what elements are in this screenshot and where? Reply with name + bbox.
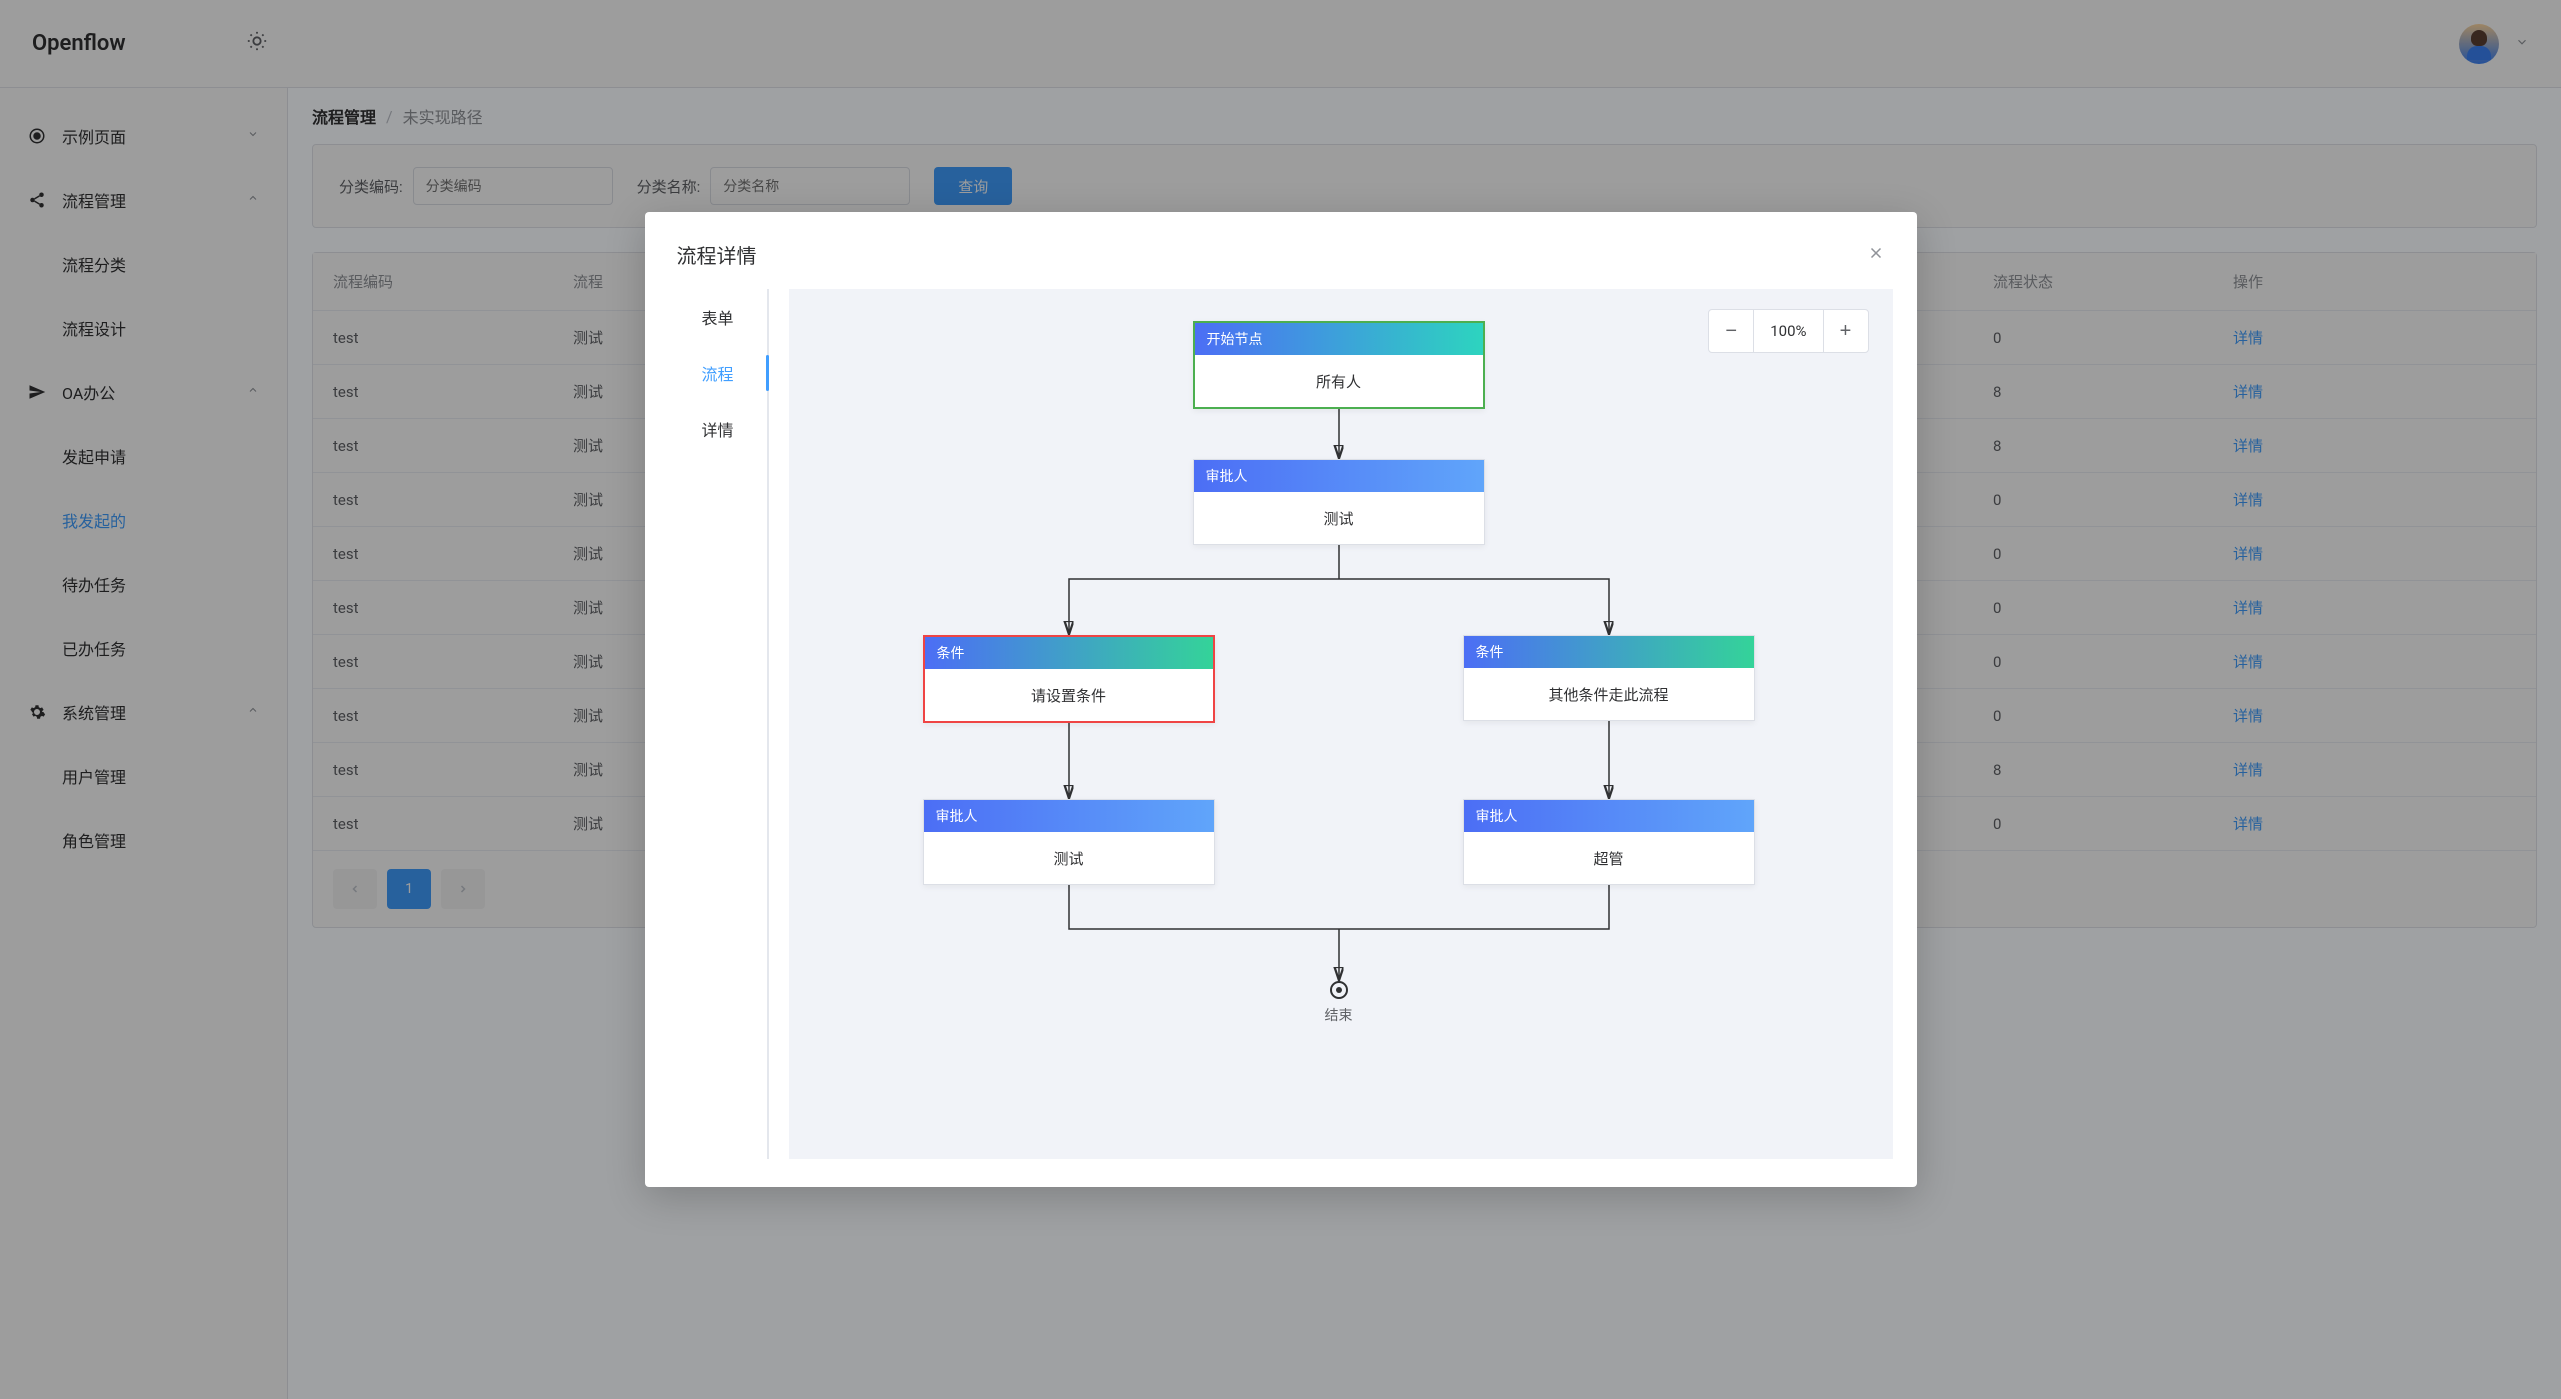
flow-connectors bbox=[789, 289, 1893, 1159]
dialog-tabs: 表单 流程 详情 bbox=[669, 289, 769, 1159]
zoom-control: − 100% + bbox=[1708, 309, 1868, 353]
dialog-title: 流程详情 bbox=[677, 240, 757, 269]
flow-node-end[interactable]: 结束 bbox=[1323, 981, 1355, 1025]
dialog-close-button[interactable] bbox=[1867, 243, 1885, 267]
flow-node-condition-left[interactable]: 条件 请设置条件 bbox=[923, 635, 1215, 723]
tab-flow[interactable]: 流程 bbox=[669, 345, 767, 401]
zoom-out-button[interactable]: − bbox=[1709, 310, 1753, 352]
zoom-value: 100% bbox=[1753, 310, 1823, 352]
flow-node-start[interactable]: 开始节点 所有人 bbox=[1193, 321, 1485, 409]
flow-node-condition-right[interactable]: 条件 其他条件走此流程 bbox=[1463, 635, 1755, 721]
flow-node-approver-left[interactable]: 审批人 测试 bbox=[923, 799, 1215, 885]
end-circle-icon bbox=[1330, 981, 1348, 999]
tab-detail[interactable]: 详情 bbox=[669, 401, 767, 457]
zoom-in-button[interactable]: + bbox=[1824, 310, 1868, 352]
flow-canvas[interactable]: − 100% + bbox=[789, 289, 1893, 1159]
flow-node-approver-right[interactable]: 审批人 超管 bbox=[1463, 799, 1755, 885]
flow-node-approver-1[interactable]: 审批人 测试 bbox=[1193, 459, 1485, 545]
flow-detail-dialog: 流程详情 表单 流程 详情 − 100% + bbox=[645, 212, 1917, 1187]
tab-form[interactable]: 表单 bbox=[669, 289, 767, 345]
